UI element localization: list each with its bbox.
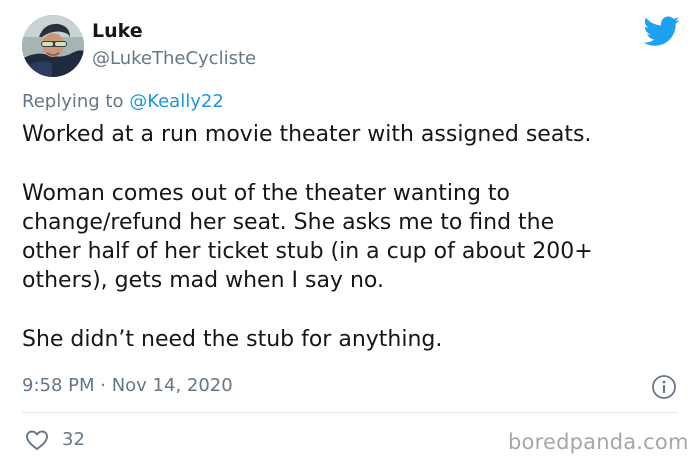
cyclist-avatar-image [22, 15, 84, 77]
tweet-text-line: other half of her ticket stub (in a cup … [22, 239, 593, 265]
reply-mention-link[interactable]: @Keally22 [129, 91, 224, 112]
tweet-text-line: She didn’t need the stub for anything. [22, 327, 443, 353]
display-name[interactable]: Luke [92, 20, 143, 42]
user-handle[interactable]: @LukeTheCycliste [92, 48, 256, 69]
info-icon[interactable] [651, 374, 677, 400]
tweet-text: Worked at a run movie theater with assig… [22, 120, 672, 354]
avatar[interactable] [22, 15, 84, 77]
tweet-text-line: others), gets mad when I say no. [22, 268, 384, 294]
divider [22, 412, 678, 413]
heart-icon[interactable] [25, 429, 49, 451]
tweet-timestamp[interactable]: 9:58 PM · Nov 14, 2020 [22, 375, 233, 396]
replying-to-label: Replying to [22, 91, 130, 112]
replying-to-line: Replying to @Keally22 [22, 91, 224, 112]
tweet-text-line: Worked at a run movie theater with assig… [22, 122, 592, 147]
tweet-text-line: Woman comes out of the theater wanting t… [22, 180, 510, 206]
like-count: 32 [62, 429, 85, 450]
twitter-bird-icon[interactable] [644, 13, 680, 49]
tweet-text-line: change/refund her seat. She asks me to f… [22, 209, 555, 235]
watermark: boredpanda.com [508, 430, 689, 454]
